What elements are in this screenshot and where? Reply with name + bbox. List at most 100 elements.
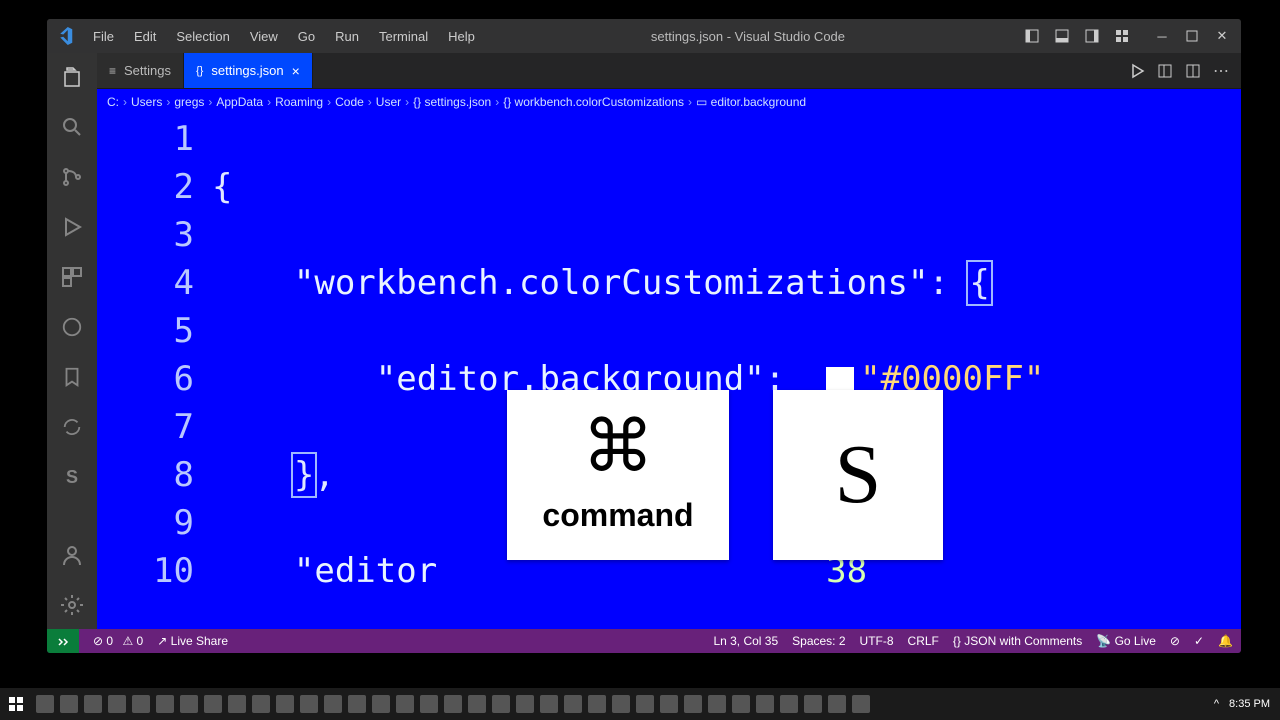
crumb[interactable]: {} workbench.colorCustomizations xyxy=(503,95,684,109)
taskbar-app-icon[interactable] xyxy=(348,695,366,713)
crumb[interactable]: User xyxy=(376,95,401,109)
taskbar-app-icon[interactable] xyxy=(756,695,774,713)
run-icon[interactable] xyxy=(1129,63,1145,79)
status-eol[interactable]: CRLF xyxy=(908,634,939,648)
settings-gear-icon[interactable] xyxy=(58,591,86,619)
taskbar-app-icon[interactable] xyxy=(36,695,54,713)
menu-file[interactable]: File xyxy=(85,25,122,48)
windows-taskbar[interactable]: ^ 8:35 PM xyxy=(0,688,1280,720)
extensions-icon[interactable] xyxy=(58,263,86,291)
editor-area[interactable]: 1 2 3 4 5 6 7 8 9 10 { "workbench.colorC… xyxy=(97,115,1241,629)
remote-icon[interactable] xyxy=(58,313,86,341)
taskbar-app-icon[interactable] xyxy=(660,695,678,713)
taskbar-app-icon[interactable] xyxy=(612,695,630,713)
taskbar-app-icon[interactable] xyxy=(564,695,582,713)
taskbar-app-icon[interactable] xyxy=(228,695,246,713)
crumb[interactable]: Roaming xyxy=(275,95,323,109)
explorer-icon[interactable] xyxy=(58,63,86,91)
panel-bottom-icon[interactable] xyxy=(1049,23,1075,49)
bookmark-icon[interactable] xyxy=(58,363,86,391)
taskbar-app-icon[interactable] xyxy=(60,695,78,713)
taskbar-app-icon[interactable] xyxy=(444,695,462,713)
menu-terminal[interactable]: Terminal xyxy=(371,25,436,48)
taskbar-app-icon[interactable] xyxy=(684,695,702,713)
status-problems[interactable]: ⊘ 0 ⚠ 0 xyxy=(93,634,143,648)
status-cursor-position[interactable]: Ln 3, Col 35 xyxy=(713,634,778,648)
taskbar-app-icon[interactable] xyxy=(84,695,102,713)
source-control-icon[interactable] xyxy=(58,163,86,191)
json-icon: {} xyxy=(196,65,203,77)
open-sidebar-icon[interactable] xyxy=(1157,63,1173,79)
taskbar-app-icon[interactable] xyxy=(852,695,870,713)
run-debug-icon[interactable] xyxy=(58,213,86,241)
tab-settings-json[interactable]: {} settings.json × xyxy=(184,53,313,88)
account-icon[interactable] xyxy=(58,541,86,569)
menu-help[interactable]: Help xyxy=(440,25,483,48)
taskbar-app-icon[interactable] xyxy=(300,695,318,713)
taskbar-app-icon[interactable] xyxy=(588,695,606,713)
crumb[interactable]: gregs xyxy=(174,95,204,109)
more-actions-icon[interactable]: ⋯ xyxy=(1213,61,1229,81)
panel-left-icon[interactable] xyxy=(1019,23,1045,49)
sync-icon[interactable] xyxy=(58,413,86,441)
taskbar-app-icon[interactable] xyxy=(492,695,510,713)
taskbar-app-icon[interactable] xyxy=(636,695,654,713)
search-icon[interactable] xyxy=(58,113,86,141)
status-language-mode[interactable]: {} JSON with Comments xyxy=(953,634,1082,648)
menu-selection[interactable]: Selection xyxy=(168,25,237,48)
menu-go[interactable]: Go xyxy=(290,25,323,48)
window-close-icon[interactable]: ✕ xyxy=(1209,23,1235,49)
taskbar-app-icon[interactable] xyxy=(468,695,486,713)
tab-close-icon[interactable]: × xyxy=(292,63,300,79)
status-feedback-icon[interactable]: ✓ xyxy=(1194,634,1204,648)
keycap-label: command xyxy=(542,491,693,539)
panel-right-icon[interactable] xyxy=(1079,23,1105,49)
status-liveshare[interactable]: ↗ Live Share xyxy=(157,634,228,648)
tab-bar: ≡ Settings {} settings.json × ⋯ xyxy=(97,53,1241,89)
customize-layout-icon[interactable] xyxy=(1109,23,1135,49)
crumb[interactable]: ▭ editor.background xyxy=(696,95,806,109)
taskbar-app-icon[interactable] xyxy=(372,695,390,713)
crumb[interactable]: C: xyxy=(107,95,119,109)
menu-view[interactable]: View xyxy=(242,25,286,48)
status-spaces[interactable]: Spaces: 2 xyxy=(792,634,845,648)
menu-edit[interactable]: Edit xyxy=(126,25,164,48)
window-minimize-icon[interactable]: ─ xyxy=(1149,23,1175,49)
taskbar-app-icon[interactable] xyxy=(204,695,222,713)
taskbar-app-icon[interactable] xyxy=(252,695,270,713)
taskbar-app-icon[interactable] xyxy=(828,695,846,713)
start-button[interactable] xyxy=(0,688,32,720)
taskbar-app-icon[interactable] xyxy=(276,695,294,713)
taskbar-app-icon[interactable] xyxy=(420,695,438,713)
crumb[interactable]: Code xyxy=(335,95,364,109)
taskbar-app-icon[interactable] xyxy=(708,695,726,713)
taskbar-app-icon[interactable] xyxy=(132,695,150,713)
menu-run[interactable]: Run xyxy=(327,25,367,48)
tray-chevron-icon[interactable]: ^ xyxy=(1214,698,1219,710)
crumb[interactable]: {} settings.json xyxy=(413,95,491,109)
split-editor-icon[interactable] xyxy=(1185,63,1201,79)
breadcrumbs[interactable]: C:› Users› gregs› AppData› Roaming› Code… xyxy=(97,89,1241,115)
status-golive[interactable]: 📡 Go Live xyxy=(1096,634,1156,648)
taskbar-app-icon[interactable] xyxy=(108,695,126,713)
system-tray[interactable]: ^ 8:35 PM xyxy=(1204,698,1280,710)
taskbar-app-icon[interactable] xyxy=(516,695,534,713)
taskbar-app-icon[interactable] xyxy=(396,695,414,713)
crumb[interactable]: Users xyxy=(131,95,162,109)
taskbar-app-icon[interactable] xyxy=(804,695,822,713)
taskbar-app-icon[interactable] xyxy=(156,695,174,713)
taskbar-app-icon[interactable] xyxy=(732,695,750,713)
window-maximize-icon[interactable] xyxy=(1179,23,1205,49)
letter-s-icon[interactable]: S xyxy=(58,463,86,491)
status-bell-icon[interactable]: 🔔 xyxy=(1218,634,1233,648)
status-encoding[interactable]: UTF-8 xyxy=(860,634,894,648)
taskbar-app-icon[interactable] xyxy=(780,695,798,713)
taskbar-app-icon[interactable] xyxy=(324,695,342,713)
crumb[interactable]: AppData xyxy=(216,95,263,109)
remote-indicator[interactable] xyxy=(47,629,79,653)
status-prettier-icon[interactable]: ⊘ xyxy=(1170,634,1180,648)
tab-settings[interactable]: ≡ Settings xyxy=(97,53,184,88)
taskbar-app-icon[interactable] xyxy=(540,695,558,713)
tray-clock[interactable]: 8:35 PM xyxy=(1229,698,1270,710)
taskbar-app-icon[interactable] xyxy=(180,695,198,713)
